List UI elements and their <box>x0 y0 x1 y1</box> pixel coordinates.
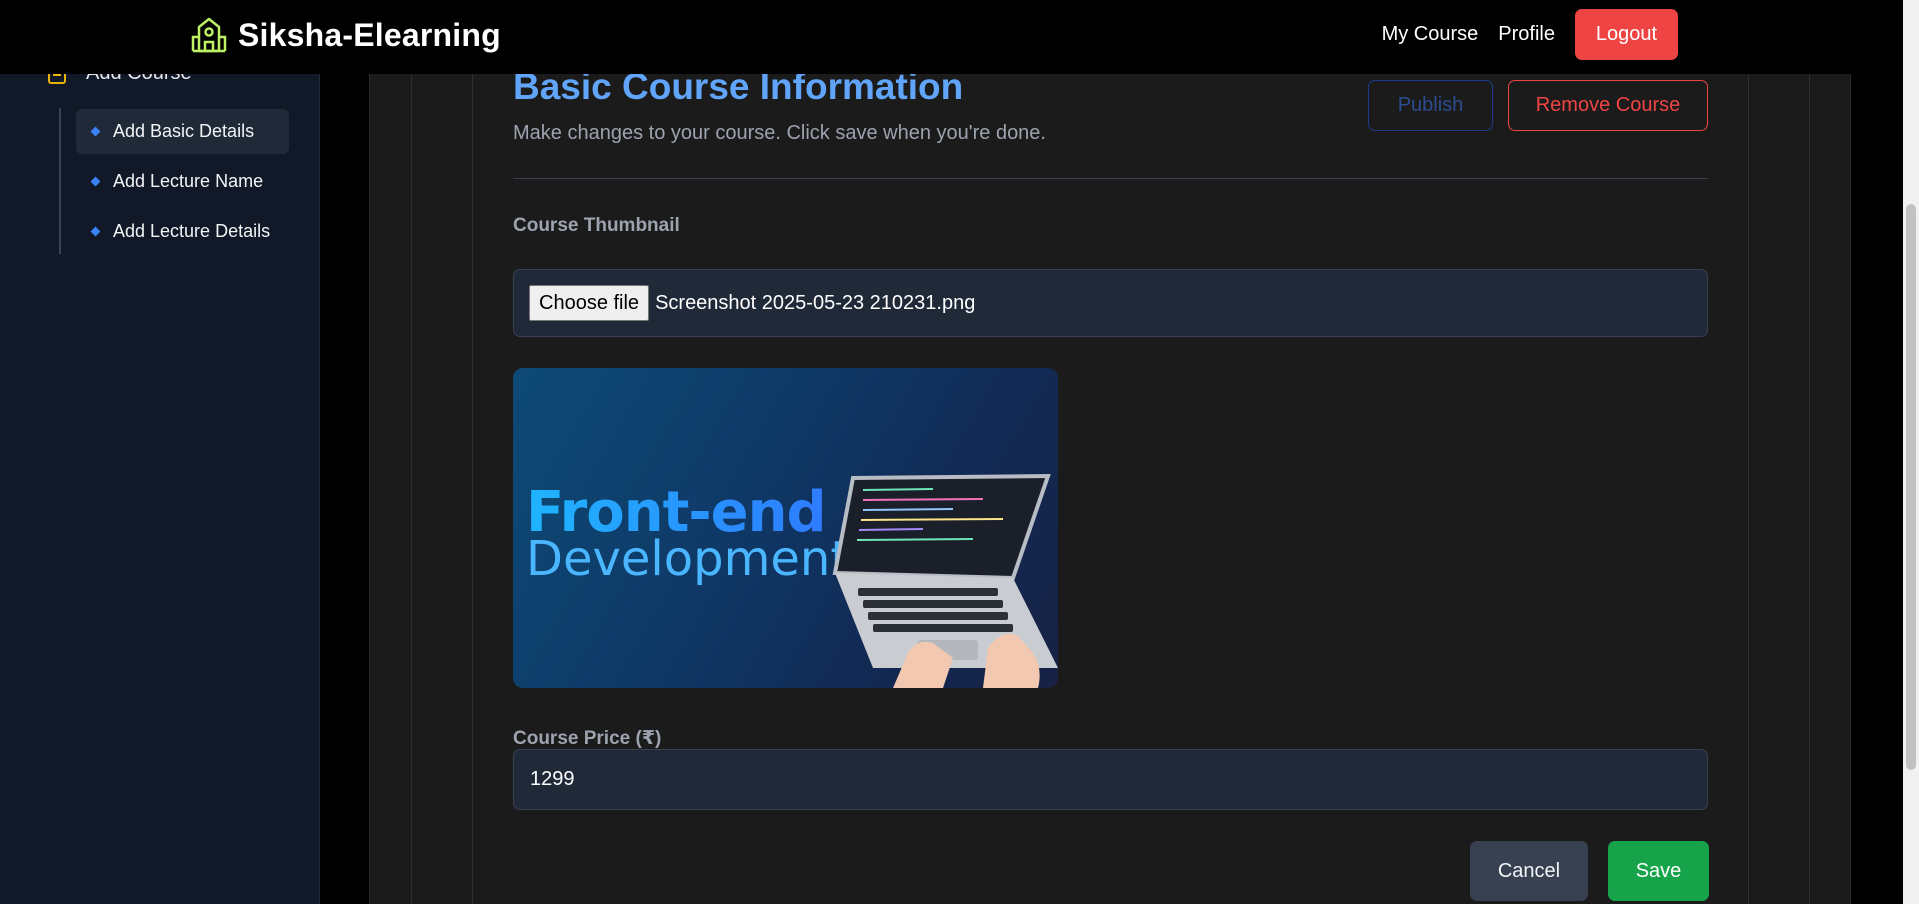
navbar: Siksha-Elearning My Course Profile Logou… <box>0 0 1886 74</box>
remove-course-button[interactable]: Remove Course <box>1508 80 1708 131</box>
sidebar-item-add-lecture-details[interactable]: Add Lecture Details <box>76 209 289 254</box>
diamond-bullet-icon <box>90 226 101 237</box>
page-subtitle: Make changes to your course. Click save … <box>513 122 1046 144</box>
main-gutter <box>321 0 369 904</box>
divider <box>513 178 1708 179</box>
choose-file-button[interactable]: Choose file <box>529 285 650 321</box>
laptop-illustration <box>832 473 1058 688</box>
nav-link-my-course[interactable]: My Course <box>1382 23 1479 46</box>
sidebar-item-add-lecture-name[interactable]: Add Lecture Name <box>76 159 289 204</box>
sidebar-item-label: Add Lecture Name <box>113 171 264 191</box>
brand-name: Siksha-Elearning <box>238 16 501 53</box>
thumbnail-file-input[interactable]: Choose file Screenshot 2025-05-23 210231… <box>513 269 1708 337</box>
publish-button[interactable]: Publish <box>1368 80 1493 131</box>
logout-button[interactable]: Logout <box>1575 9 1678 60</box>
scrollbar-thumb[interactable] <box>1906 204 1916 770</box>
thumbnail-preview: Front-end Development <box>513 368 1058 688</box>
cancel-button[interactable]: Cancel <box>1470 841 1588 901</box>
save-button[interactable]: Save <box>1608 841 1709 901</box>
sidebar-tree-line <box>59 108 61 254</box>
selected-file-name: Screenshot 2025-05-23 210231.png <box>655 291 976 314</box>
price-label: Course Price (₹) <box>513 728 662 749</box>
price-input[interactable] <box>513 749 1708 810</box>
brand[interactable]: Siksha-Elearning <box>190 16 501 54</box>
nav-link-profile[interactable]: Profile <box>1498 23 1555 46</box>
sidebar: Add Course Add Basic Details Add Lecture… <box>0 0 320 904</box>
sidebar-item-label: Add Basic Details <box>113 121 255 141</box>
thumbnail-label: Course Thumbnail <box>513 215 680 236</box>
sidebar-item-label: Add Lecture Details <box>113 221 271 241</box>
diamond-bullet-icon <box>90 126 101 137</box>
nav-links: My Course Profile Logout <box>1382 9 1678 60</box>
sidebar-item-add-basic-details[interactable]: Add Basic Details <box>76 109 289 154</box>
diamond-bullet-icon <box>90 176 101 187</box>
school-icon <box>191 17 227 53</box>
